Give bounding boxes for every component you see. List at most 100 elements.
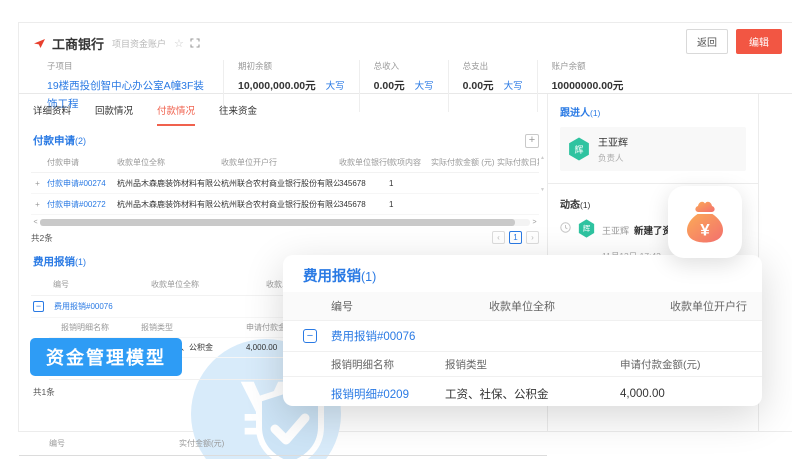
bottom-table-header: 编号 实付金额(元): [19, 434, 547, 456]
cell-account: 345678: [339, 179, 389, 188]
field-label: 账户余额: [552, 60, 624, 72]
money-bag-card: ¥: [668, 186, 742, 258]
pagination: ‹ 1 ›: [492, 231, 539, 244]
tab-receipts[interactable]: 回款情况: [95, 103, 133, 126]
col-header: 实际付款金额 (元): [431, 157, 497, 168]
col-header: 收款单位全称: [489, 298, 670, 314]
col-header: 报销明细名称: [49, 322, 141, 333]
popup-detail-row: 报销明细#0209 工资、社保、公积金 4,000.00: [283, 377, 762, 406]
col-header: 报销类型: [445, 357, 620, 372]
tab-payments[interactable]: 付款情况: [157, 103, 195, 126]
follower-role: 负责人: [598, 152, 628, 164]
section-title: 付款申请(2): [33, 133, 86, 148]
collapse-row-icon[interactable]: −: [33, 301, 44, 312]
popup-table-header: 编号 收款单位全称 收款单位开户行: [283, 292, 762, 321]
col-header: 编号: [283, 298, 489, 314]
cell-bank: 杭州联合农村商业银行股份有限公司半山支行: [221, 178, 339, 189]
cell-content: 1: [389, 179, 431, 188]
scrollbar-track[interactable]: [40, 219, 530, 226]
cell-company: 杭州品木森鹿装饰材料有限公司: [117, 178, 221, 189]
col-header: 编号: [19, 438, 179, 449]
title-row: 工商银行 项目资金账户 ☆ 返回 编辑: [33, 32, 792, 54]
field-label: 期初余额: [238, 60, 345, 72]
popup-detail-header: 报销明细名称 报销类型 申请付款金额(元): [283, 352, 762, 377]
scroll-down-icon[interactable]: ▼: [540, 187, 545, 193]
page-title: 工商银行: [52, 34, 104, 53]
scrollbar-thumb[interactable]: [40, 219, 515, 226]
next-page-button[interactable]: ›: [526, 231, 539, 244]
col-header: 报销类型: [141, 322, 246, 333]
field-value: 10000000.00元: [552, 80, 624, 92]
clock-icon: [560, 222, 571, 233]
col-header: 付款申请: [47, 157, 117, 168]
cell-amount: 4,000.00: [620, 388, 762, 400]
expense-link[interactable]: 费用报销#00076: [54, 301, 113, 312]
popup-title: 费用报销(1): [283, 255, 762, 292]
page: ¥ 工商银行 项目资金账户 ☆ 返回: [0, 0, 792, 459]
field-value: 0.00元: [374, 80, 405, 92]
follower-name: 王亚辉: [598, 134, 628, 149]
col-header: 编号: [31, 279, 151, 290]
collapse-row-icon[interactable]: −: [303, 329, 317, 343]
table-header: 付款申请 收款单位全称 收款单位开户行 收款单位银行帐号 款项内容 实际付款金额…: [31, 153, 539, 173]
tab-bar: 详细资料 回款情况 付款情况 往来资金: [19, 94, 547, 126]
cell-type: 工资、社保、公积金: [445, 386, 620, 402]
uppercase-link[interactable]: 大写: [415, 81, 434, 92]
activity-user[interactable]: 王亚辉: [602, 226, 629, 236]
star-icon[interactable]: ☆: [174, 37, 184, 50]
col-header: 收款单位开户行: [670, 298, 762, 314]
payment-request-link[interactable]: 付款申请#00274: [47, 178, 117, 189]
col-header: 收款单位银行帐号: [339, 157, 389, 168]
fullscreen-icon[interactable]: [190, 38, 200, 48]
col-header: 收款单位开户行: [221, 157, 339, 168]
col-header: 实际付款日期: [497, 157, 539, 168]
expand-row-icon[interactable]: +: [31, 179, 47, 188]
uppercase-link[interactable]: 大写: [326, 81, 345, 92]
expense-popup: 费用报销(1) 编号 收款单位全称 收款单位开户行 − 费用报销#00076 报…: [283, 255, 762, 406]
payment-request-table: 付款申请 收款单位全称 收款单位开户行 收款单位银行帐号 款项内容 实际付款金额…: [31, 153, 539, 215]
field-value: 0.00元: [463, 80, 494, 92]
prev-page-button[interactable]: ‹: [492, 231, 505, 244]
field-label: 总支出: [463, 60, 523, 72]
back-button[interactable]: 返回: [686, 29, 728, 54]
payment-request-header: 付款申请(2) +: [19, 126, 547, 153]
table-row: + 付款申请#00274 杭州品木森鹿装饰材料有限公司 杭州联合农村商业银行股份…: [31, 173, 539, 194]
detail-link[interactable]: 报销明细#0209: [283, 386, 445, 402]
cell-account: 345678: [339, 200, 389, 209]
col-header: 申请付款金额(元): [620, 357, 762, 372]
expand-row-icon[interactable]: +: [31, 200, 47, 209]
field-label: 子项目: [47, 60, 209, 72]
tab-details[interactable]: 详细资料: [33, 103, 71, 126]
uppercase-link[interactable]: 大写: [504, 81, 523, 92]
popup-expense-row: − 费用报销#00076: [283, 321, 762, 352]
cell-company: 杭州品木森鹿装饰材料有限公司: [117, 199, 221, 210]
field-account-balance: 账户余额 10000000.00元: [537, 60, 638, 112]
avatar: 辉: [578, 219, 595, 238]
scroll-up-icon[interactable]: ▲: [540, 155, 545, 161]
payment-request-link[interactable]: 付款申请#00272: [47, 199, 117, 210]
field-value: 10,000,000.00元: [238, 80, 316, 92]
money-bag-icon: ¥: [682, 199, 728, 245]
total-count: 共2条: [31, 232, 53, 244]
expense-link[interactable]: 费用报销#00076: [331, 328, 415, 344]
scroll-right-icon[interactable]: >: [530, 219, 539, 226]
cell-content: 1: [389, 200, 431, 209]
tab-transactions[interactable]: 往来资金: [219, 103, 257, 126]
vertical-scroll-arrows[interactable]: ▲ ▼: [540, 155, 545, 193]
horizontal-scrollbar: < >: [31, 218, 539, 226]
payment-request-footer: 共2条 ‹ 1 ›: [19, 226, 547, 247]
add-payment-request-button[interactable]: +: [525, 134, 539, 148]
follower-card[interactable]: 辉 王亚辉 负责人: [560, 127, 746, 171]
section-title: 费用报销(1): [33, 254, 86, 269]
flag-icon: [33, 38, 46, 49]
scroll-left-icon[interactable]: <: [31, 219, 40, 226]
edit-button[interactable]: 编辑: [736, 29, 782, 54]
header-buttons: 返回 编辑: [686, 29, 782, 54]
col-header: 报销明细名称: [283, 357, 445, 372]
model-label: 资金管理模型: [30, 338, 182, 376]
page-number[interactable]: 1: [509, 231, 522, 244]
table-row: + 付款申请#00272 杭州品木森鹿装饰材料有限公司 杭州联合农村商业银行股份…: [31, 194, 539, 215]
record-type-label: 项目资金账户: [112, 37, 166, 50]
svg-text:¥: ¥: [700, 221, 710, 240]
record-header: 工商银行 项目资金账户 ☆ 返回 编辑 子项目 19楼西投创智中心办公室A幢3F…: [19, 23, 792, 94]
